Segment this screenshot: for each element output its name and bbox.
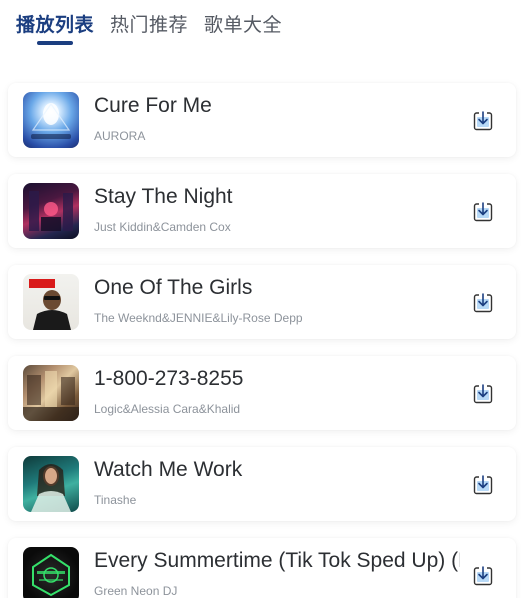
song-title: 1-800-273-8255 — [94, 367, 244, 390]
download-icon[interactable] — [471, 564, 495, 588]
download-icon[interactable] — [471, 473, 495, 497]
song-item[interactable]: 1-800-273-8255 Logic&Alessia Cara&Khalid — [8, 356, 516, 430]
song-artist: Green Neon DJ — [94, 584, 178, 598]
song-title: Every Summertime (Tik Tok Sped Up) (F — [94, 549, 460, 572]
tab-bar: 播放列表 热门推荐 歌单大全 — [0, 0, 521, 60]
song-artist: Logic&Alessia Cara&Khalid — [94, 402, 241, 416]
tab-playlist-collection[interactable]: 歌单大全 — [204, 10, 282, 37]
song-title: Watch Me Work — [94, 458, 243, 481]
song-artist: AURORA — [94, 129, 146, 143]
tab-hot-recommend[interactable]: 热门推荐 — [110, 10, 188, 37]
album-cover — [23, 547, 79, 598]
song-artist: Just Kiddin&Camden Cox — [94, 220, 231, 234]
song-item[interactable]: Cure For Me AURORA — [8, 83, 516, 157]
song-item[interactable]: Stay The Night Just Kiddin&Camden Cox — [8, 174, 516, 248]
download-icon[interactable] — [471, 291, 495, 315]
download-icon[interactable] — [471, 200, 495, 224]
download-icon[interactable] — [471, 109, 495, 133]
song-item[interactable]: One Of The Girls The Weeknd&JENNIE&Lily-… — [8, 265, 516, 339]
song-title: Stay The Night — [94, 185, 233, 208]
album-cover — [23, 456, 79, 512]
song-artist: Tinashe — [94, 493, 137, 507]
active-tab-indicator — [37, 41, 73, 45]
album-cover — [23, 92, 79, 148]
download-icon[interactable] — [471, 382, 495, 406]
song-title: One Of The Girls — [94, 276, 253, 299]
album-cover — [23, 274, 79, 330]
album-cover — [23, 365, 79, 421]
album-cover — [23, 183, 79, 239]
song-title: Cure For Me — [94, 94, 212, 117]
song-item[interactable]: Watch Me Work Tinashe — [8, 447, 516, 521]
song-artist: The Weeknd&JENNIE&Lily-Rose Depp — [94, 311, 303, 325]
song-item[interactable]: Every Summertime (Tik Tok Sped Up) (F Gr… — [8, 538, 516, 598]
tab-playlist[interactable]: 播放列表 — [16, 10, 94, 37]
